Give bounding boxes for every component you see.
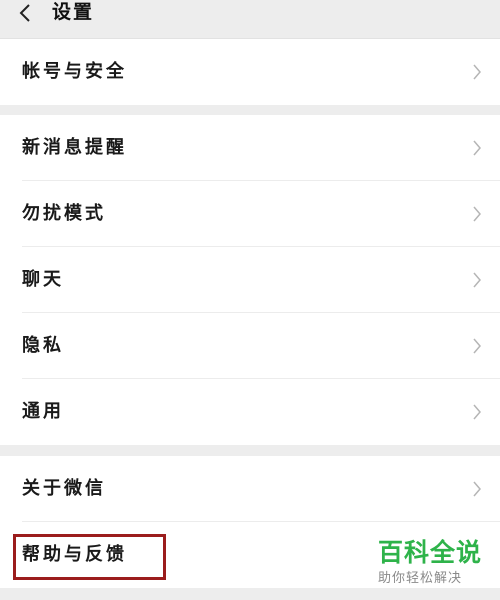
settings-item-do-not-disturb[interactable]: 勿扰模式 [0, 181, 500, 247]
settings-group-general: 新消息提醒 勿扰模式 聊天 隐私 通用 [0, 115, 500, 445]
settings-item-label: 通用 [22, 401, 64, 422]
chevron-left-icon[interactable] [16, 3, 34, 23]
settings-item-label: 聊天 [22, 269, 64, 290]
settings-item-label: 帮助与反馈 [22, 544, 127, 565]
settings-item-new-message-alerts[interactable]: 新消息提醒 [0, 115, 500, 181]
chevron-right-icon [472, 62, 482, 82]
top-bar: 设置 [0, 0, 500, 39]
settings-item-privacy[interactable]: 隐私 [0, 313, 500, 379]
settings-item-label: 隐私 [22, 335, 64, 356]
chevron-right-icon [472, 402, 482, 422]
settings-item-label: 勿扰模式 [22, 203, 106, 224]
settings-item-about-wechat[interactable]: 关于微信 [0, 456, 500, 522]
chevron-right-icon [472, 479, 482, 499]
chevron-right-icon [472, 204, 482, 224]
settings-item-general[interactable]: 通用 [0, 379, 500, 445]
chevron-right-icon [472, 336, 482, 356]
settings-item-label: 帐号与安全 [22, 61, 127, 82]
settings-group-account: 帐号与安全 [0, 39, 500, 105]
settings-item-chat[interactable]: 聊天 [0, 247, 500, 313]
settings-group-about: 关于微信 帮助与反馈 [0, 456, 500, 588]
settings-item-label: 关于微信 [22, 478, 106, 499]
settings-item-help-feedback[interactable]: 帮助与反馈 [0, 522, 500, 588]
settings-item-account-security[interactable]: 帐号与安全 [0, 39, 500, 105]
chevron-right-icon [472, 270, 482, 290]
page-title: 设置 [52, 1, 95, 23]
settings-item-label: 新消息提醒 [22, 137, 127, 158]
chevron-right-icon [472, 138, 482, 158]
